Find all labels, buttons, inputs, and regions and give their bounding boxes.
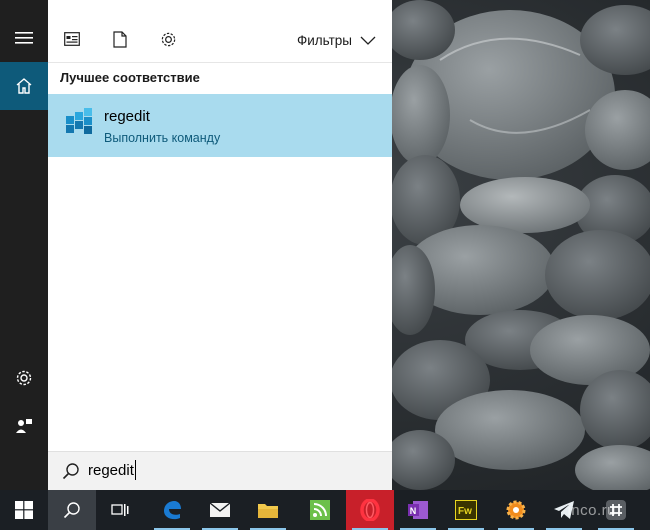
feedback-icon	[16, 419, 32, 433]
search-results-panel: Фильтры Лучшее соответствие regedit Выпо…	[48, 0, 392, 490]
edge-icon	[164, 501, 181, 520]
chevron-down-icon	[360, 36, 376, 45]
file-explorer-taskbar-button[interactable]	[244, 490, 292, 530]
watermark-text: inco.ru	[567, 502, 616, 519]
settings-icon	[161, 32, 175, 46]
best-match-result[interactable]: regedit Выполнить команду	[48, 94, 392, 157]
taskbar-search-button[interactable]	[48, 490, 96, 530]
feedly-taskbar-button[interactable]	[296, 490, 344, 530]
regedit-app-icon	[66, 108, 92, 134]
text-caret	[135, 460, 136, 480]
search-box[interactable]: regedit	[48, 451, 392, 491]
start-left-rail	[0, 0, 48, 490]
feedly-icon	[310, 500, 330, 520]
mail-taskbar-button[interactable]	[196, 490, 244, 530]
search-input[interactable]: regedit	[88, 462, 134, 479]
edge-taskbar-button[interactable]	[148, 490, 196, 530]
apps-filter-button[interactable]	[60, 27, 84, 51]
task-view-icon	[111, 504, 129, 516]
toolbar-divider	[48, 62, 392, 63]
taskbar: N Fw inco.ru	[0, 490, 650, 530]
search-icon	[63, 502, 80, 519]
svg-text:Fw: Fw	[458, 506, 472, 517]
mail-icon	[209, 502, 231, 517]
opera-icon	[360, 499, 380, 521]
start-windows-icon	[15, 501, 33, 519]
settings-icon	[16, 370, 32, 386]
feedback-button[interactable]	[0, 402, 48, 450]
hamburger-menu-icon	[15, 32, 33, 44]
result-title: regedit	[104, 108, 150, 125]
opera-taskbar-button[interactable]	[346, 490, 394, 530]
start-button[interactable]	[0, 490, 48, 530]
result-subtitle: Выполнить команду	[104, 131, 221, 145]
task-view-button[interactable]	[96, 490, 144, 530]
fireworks-taskbar-button[interactable]: Fw	[442, 490, 490, 530]
onenote-taskbar-button[interactable]: N	[394, 490, 442, 530]
file-explorer-icon	[258, 504, 278, 518]
best-match-heading: Лучшее соответствие	[60, 70, 200, 85]
documents-filter-button[interactable]	[108, 27, 132, 51]
home-button[interactable]	[0, 62, 48, 110]
filters-dropdown[interactable]: Фильтры	[297, 30, 376, 50]
settings-gear-taskbar-button[interactable]	[492, 490, 540, 530]
home-icon	[16, 78, 32, 94]
svg-text:N: N	[410, 506, 417, 516]
settings-filter-button[interactable]	[156, 27, 180, 51]
filters-label: Фильтры	[296, 32, 352, 48]
settings-button[interactable]	[0, 354, 48, 402]
settings-gear-icon	[506, 500, 526, 520]
documents-icon	[113, 30, 127, 48]
panel-toolbar: Фильтры	[48, 14, 392, 62]
apps-icon	[64, 32, 80, 46]
search-icon	[62, 463, 79, 480]
hamburger-menu-button[interactable]	[0, 14, 48, 62]
onenote-icon: N	[408, 501, 428, 519]
fireworks-icon: Fw	[455, 500, 477, 520]
